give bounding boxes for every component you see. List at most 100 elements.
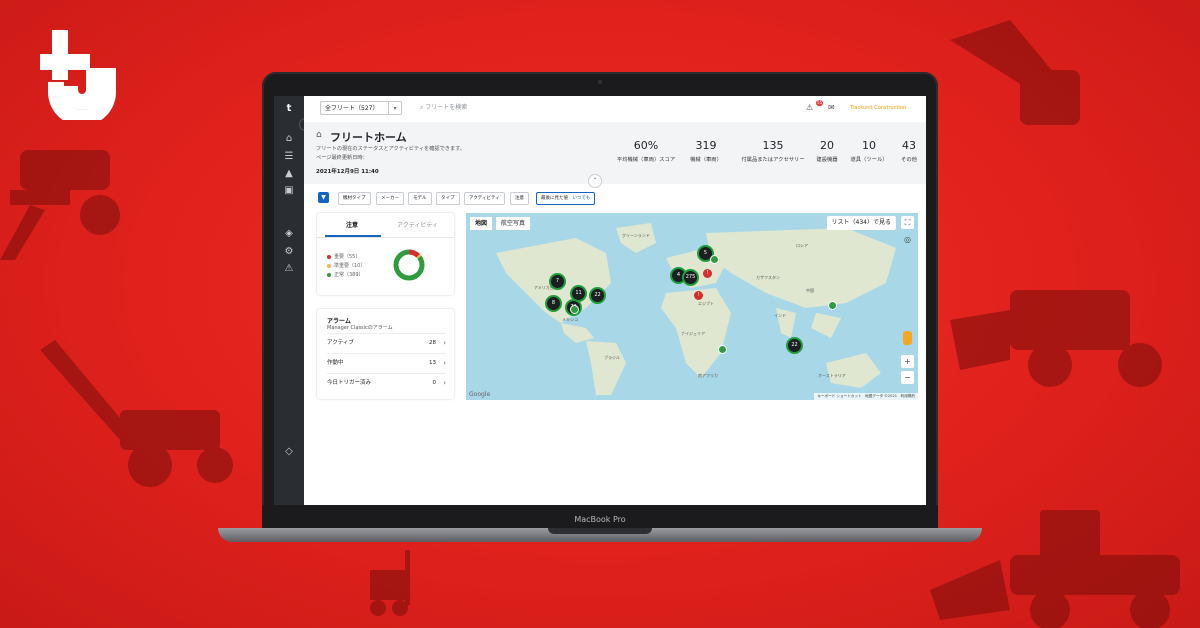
location-icon[interactable]: ◎ <box>901 233 914 246</box>
page-header: ⌂ フリートホーム フリートの現在のステータスとアクティビティを確認できます。 … <box>304 122 926 184</box>
loader-silhouette-icon <box>950 290 1162 387</box>
normal-pin[interactable] <box>718 345 727 354</box>
filter-last-seen[interactable]: 最後に見た値 いつでも <box>536 192 596 205</box>
laptop-camera <box>598 80 602 84</box>
chevron-right-icon: › <box>443 379 446 387</box>
excavator-silhouette-icon <box>0 150 120 260</box>
filter-asset-type[interactable]: 機材タイプ <box>338 192 371 205</box>
critical-dot <box>327 254 331 259</box>
page-subtitle: フリートの現在のステータスとアクティビティを確認できます。 <box>316 146 466 152</box>
updated-value: 2021年12月9日 11:40 <box>316 169 379 175</box>
alarm-row-operating[interactable]: 作動中 13 › <box>327 353 446 372</box>
site-icon[interactable]: ▲ <box>283 168 295 180</box>
laptop-label: MacBook Pro <box>262 505 938 530</box>
fleet-select[interactable]: 全フリート（527） ▾ <box>320 101 402 115</box>
home-icon[interactable]: ⌂ <box>283 133 295 145</box>
map-tab-satellite[interactable]: 航空写真 <box>496 217 531 230</box>
box-icon[interactable]: ◈ <box>283 228 295 240</box>
collapse-header-button[interactable]: ⌃ <box>588 174 602 188</box>
normal-dot <box>327 272 331 277</box>
filter-type[interactable]: タイプ <box>436 192 460 205</box>
map-label: ブラジル <box>604 355 620 360</box>
stat-score[interactable]: 60% 平均機械（車両）スコア <box>614 139 678 163</box>
chevron-right-icon: › <box>443 359 446 367</box>
layers-icon[interactable]: ◇ <box>283 446 295 458</box>
zoom-out-button[interactable]: − <box>901 371 914 384</box>
filter-icon[interactable]: ▼ <box>318 192 329 203</box>
map-footer[interactable]: キーボード ショートカット 地図データ ©2021 利用規約 <box>814 393 918 400</box>
stat-value: 43 <box>902 139 916 152</box>
top-bar: 全フリート（527） ▾ ⌕ フリートを検索 ⚠ 55 ✉ Trackunit … <box>304 96 926 123</box>
stat-tools[interactable]: 10 道具（ツール） <box>849 139 889 163</box>
stat-value: 135 <box>762 139 784 152</box>
warning-icon[interactable]: ⚠ <box>283 263 295 275</box>
stat-label: その他 <box>901 157 917 163</box>
filter-model[interactable]: モデル <box>408 192 432 205</box>
alarm-row-triggered[interactable]: 今日トリガー済み 0 › <box>327 373 446 392</box>
alarm-subtitle: Manager Classicのアラーム <box>327 325 393 331</box>
tab-divider <box>317 237 454 238</box>
wheel-loader-silhouette-icon <box>930 510 1180 628</box>
stat-machines[interactable]: 319 機械（車両） <box>686 139 726 163</box>
map-label: インド <box>774 313 786 318</box>
laptop-notch <box>548 528 652 534</box>
chat-icon[interactable]: ✉ <box>828 103 835 112</box>
map-label: ナイジェリア <box>681 331 705 336</box>
stat-attachments[interactable]: 135 付属品またはアクセサリー <box>736 139 810 163</box>
legend-warning: 準重要（10） <box>327 262 365 269</box>
alarm-label: アクティブ <box>327 340 354 346</box>
filter-activity[interactable]: アクティビティ <box>464 192 505 205</box>
normal-pin[interactable] <box>828 301 837 310</box>
critical-pin[interactable]: ! <box>703 269 712 278</box>
last-seen-value: いつでも <box>572 196 591 201</box>
alarm-row-active[interactable]: アクティブ 28 › <box>327 333 446 352</box>
normal-pin[interactable] <box>570 305 579 314</box>
fleet-map[interactable]: グリーンランド アメリカ合衆国 メキシコ ブラジル ロシア カザフスタン 中国 … <box>466 213 918 400</box>
chevron-right-icon: › <box>443 339 446 347</box>
tab-attention[interactable]: 注意 <box>346 220 358 229</box>
map-cluster[interactable]: 275 <box>682 269 699 286</box>
map-label: 南アフリカ <box>698 373 718 378</box>
map-cluster[interactable]: 8 <box>545 295 562 312</box>
report-icon[interactable]: ▣ <box>283 185 295 197</box>
stat-equipment[interactable]: 20 建設機器 <box>812 139 842 163</box>
alarm-label: 作動中 <box>327 360 344 366</box>
alarm-card: アラーム Manager Classicのアラーム アクティブ 28 › 作動中 13… <box>317 309 454 399</box>
stat-other[interactable]: 43 その他 <box>896 139 922 163</box>
map-label: メキシコ <box>562 317 578 322</box>
critical-pin[interactable]: ! <box>694 291 703 300</box>
filter-brand[interactable]: メーカー <box>376 192 404 205</box>
zoom-in-button[interactable]: + <box>901 355 914 368</box>
last-seen-label: 最後に見た値 <box>541 196 568 201</box>
fleet-select-value: 全フリート（527） <box>325 105 379 112</box>
user-name[interactable]: Trackunit Construction <box>850 105 906 111</box>
search-input[interactable]: ⌕ フリートを検索 <box>420 101 560 115</box>
list-view-button[interactable]: リスト（434）で見る <box>826 216 896 230</box>
attention-donut-chart[interactable] <box>391 247 427 283</box>
filter-attention[interactable]: 注意 <box>510 192 529 205</box>
fullscreen-icon[interactable]: ⛶ <box>901 216 914 229</box>
list-icon[interactable]: ☰ <box>283 151 295 163</box>
app-screen: t ⌂ ☰ ▲ ▣ ◈ ⚙ ⚠ ◇ › 全フリート（527） ▾ ⌕ フリートを… <box>274 96 926 505</box>
google-logo: Google <box>469 391 491 398</box>
trackunit-app-logo[interactable]: t <box>283 103 295 115</box>
street-view-icon[interactable] <box>903 331 912 345</box>
map-cluster[interactable]: 7 <box>549 273 566 290</box>
world-landmass <box>496 223 896 395</box>
excavator-arm-silhouette-icon <box>950 20 1080 125</box>
map-tab-map[interactable]: 地図 <box>470 217 493 230</box>
alert-icon[interactable]: ⚠ <box>806 103 813 112</box>
map-label: ロシア <box>796 243 808 248</box>
stat-value: 60% <box>633 139 659 152</box>
search-placeholder: フリートを検索 <box>425 104 468 111</box>
map-cluster[interactable]: 22 <box>589 287 606 304</box>
legend-normal: 正常（389） <box>327 271 364 278</box>
stat-value: 319 <box>695 139 717 152</box>
alert-count-badge: 55 <box>816 100 824 106</box>
map-cluster[interactable]: 22 <box>786 337 803 354</box>
normal-pin[interactable] <box>710 255 719 264</box>
telehandler-silhouette-icon <box>40 340 233 487</box>
tab-activity[interactable]: アクティビティ <box>397 220 438 229</box>
service-icon[interactable]: ⚙ <box>283 246 295 258</box>
legend-label: 正常（389） <box>334 272 364 278</box>
